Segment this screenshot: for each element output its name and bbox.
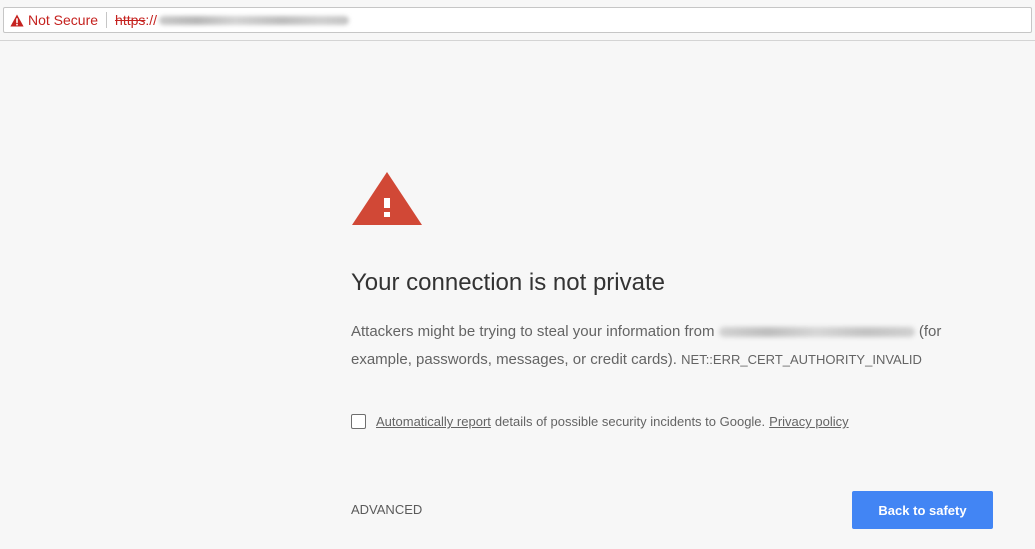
- divider: [106, 12, 108, 28]
- security-indicator[interactable]: Not Secure: [4, 8, 106, 32]
- url-scheme: https: [115, 12, 146, 28]
- address-bar[interactable]: Not Secure https ://: [3, 7, 1032, 33]
- advanced-button[interactable]: ADVANCED: [351, 502, 422, 517]
- security-label: Not Secure: [28, 12, 99, 28]
- host-redacted: [718, 327, 915, 338]
- privacy-policy-link[interactable]: Privacy policy: [769, 414, 848, 429]
- browser-toolbar: Not Secure https ://: [0, 0, 1035, 41]
- report-text: details of possible security incidents t…: [494, 414, 766, 429]
- back-to-safety-button[interactable]: Back to safety: [852, 491, 993, 529]
- automatically-report-link[interactable]: Automatically report: [376, 414, 491, 429]
- report-checkbox[interactable]: [351, 414, 366, 429]
- warning-triangle-icon: [352, 172, 422, 225]
- error-code: NET::ERR_CERT_AUTHORITY_INVALID: [681, 352, 922, 367]
- page-title: Your connection is not private: [351, 269, 665, 296]
- warning-triangle-icon: [10, 14, 24, 26]
- url-host-redacted: [159, 15, 350, 25]
- main-message: Attackers might be trying to steal your …: [351, 318, 961, 374]
- message-text: Attackers might be trying to steal your …: [351, 323, 715, 340]
- button-row: ADVANCED Back to safety: [351, 491, 993, 529]
- report-opt-in: Automatically report details of possible…: [351, 414, 849, 429]
- url-separator: ://: [145, 12, 158, 28]
